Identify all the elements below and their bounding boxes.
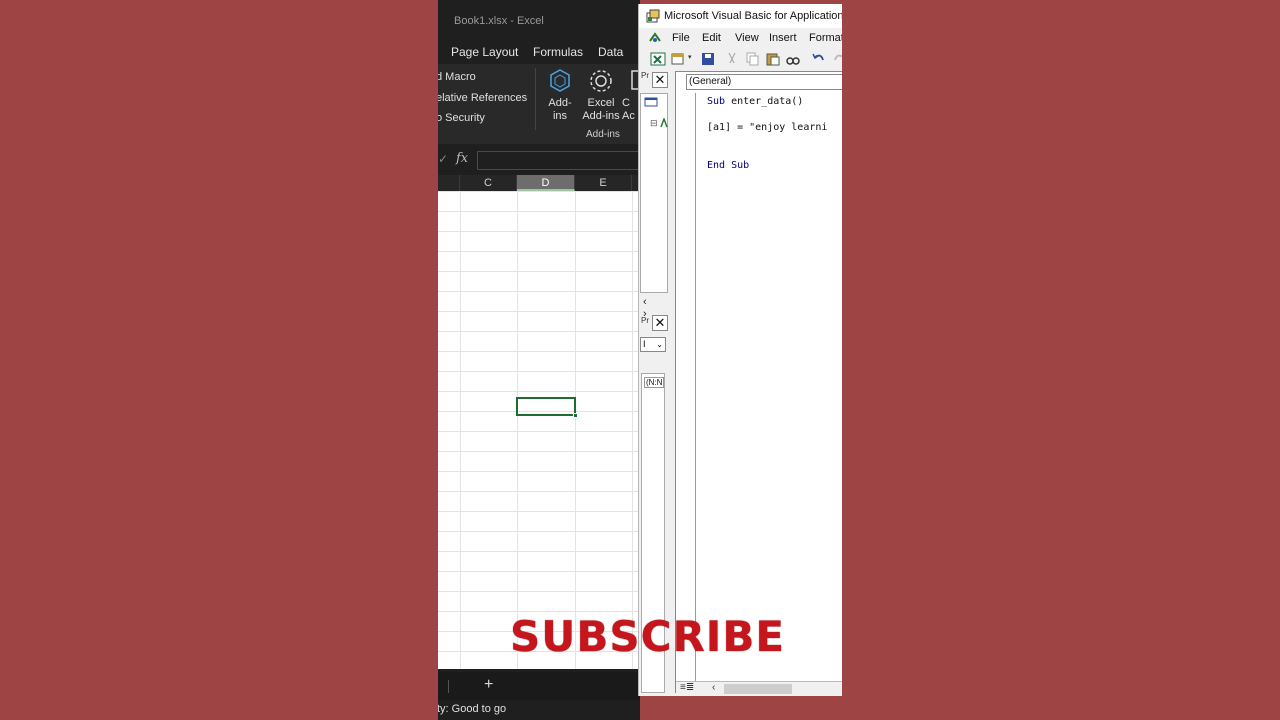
menu-format[interactable]: Format [809,32,842,44]
code-margin [676,93,696,683]
excel-titlebar: / Book1.xlsx - Excel [438,0,640,40]
record-macro-button[interactable]: d Macro [438,71,476,83]
formula-input[interactable] [477,151,639,170]
code-text: [a1] = "enjoy learni [707,122,828,133]
active-cell[interactable] [516,397,578,418]
properties-object-select[interactable]: I ⌄ [640,337,666,352]
close-project-icon[interactable]: ✕ [652,72,668,88]
fill-handle[interactable] [573,413,578,418]
project-panel-header: Pr [641,71,649,80]
object-select[interactable]: (General) [686,74,842,90]
copy-icon[interactable] [744,51,760,67]
property-name-item[interactable]: (N:N [644,377,665,388]
view-object-icon[interactable] [644,97,666,107]
code-line[interactable]: End Sub [707,160,749,171]
close-properties-icon[interactable]: ✕ [652,315,668,331]
insert-dropdown-icon[interactable]: ▾ [688,53,692,61]
com-add-ins-label: C Ac [622,97,635,122]
properties-object-value: I [643,339,646,349]
vbaproject-icon[interactable] [660,118,668,128]
tab-data[interactable]: Data [598,45,623,59]
project-tree[interactable]: ⊟ [640,93,668,293]
vba-menu-icon[interactable] [648,31,662,45]
column-headers: C D E [438,175,640,191]
save-icon[interactable] [700,51,716,67]
column-header-c[interactable]: C [460,175,517,191]
relative-references-button[interactable]: elative References [438,92,527,104]
column-header-e[interactable]: E [575,175,632,191]
ribbon-panel: d Macro elative References o Security Ad… [438,64,640,144]
grid-line [632,191,633,669]
vba-menubar: File Edit View Insert Format [639,28,842,48]
worksheet-grid[interactable] [438,191,640,669]
code-editor[interactable]: Sub enter_data() [a1] = "enjoy learni En… [707,96,827,171]
project-explorer-panel: Pr ✕ ⊟ ‹ › Pr ✕ I ⌄ (N:N [639,71,669,693]
code-line[interactable]: Sub enter_data() [707,96,803,107]
tab-page-layout[interactable]: Page Layout [451,45,518,59]
subscribe-overlay: SUBSCRIBE [510,612,786,661]
undo-icon[interactable] [811,51,827,67]
code-keyword: End Sub [707,160,750,171]
vba-editor-window: Microsoft Visual Basic for Applications … [638,4,842,696]
ribbon-tabs: Page Layout Formulas Data [438,40,640,64]
add-ins-label: Add- ins [548,97,572,122]
excel-add-ins-label: Excel Add-ins [582,97,620,122]
sheet-tab-bar: + [438,672,640,700]
code-line[interactable]: [a1] = "enjoy learni [707,122,827,133]
insert-function-icon[interactable]: fx [456,151,468,166]
menu-file[interactable]: File [672,32,690,44]
menu-insert[interactable]: Insert [769,32,797,44]
ribbon-divider [535,68,536,130]
find-icon[interactable] [785,51,801,67]
enter-check-icon[interactable]: ✓ [438,152,448,166]
view-excel-icon[interactable] [650,51,666,67]
tab-formulas[interactable]: Formulas [533,45,583,59]
redo-icon[interactable] [831,51,842,67]
macro-security-button[interactable]: o Security [438,112,485,124]
grid-line [460,191,461,669]
vba-app-icon [646,9,660,23]
add-sheet-icon[interactable]: + [484,676,493,694]
code-keyword: Sub [707,96,726,107]
horizontal-scrollbar[interactable]: ≡≣ ‹ [676,681,842,695]
gear-icon [590,70,612,92]
excel-title: Book1.xlsx - Excel [454,15,544,27]
chevron-down-icon: ⌄ [656,340,663,349]
scrollbar-thumb[interactable] [724,684,792,694]
menu-edit[interactable]: Edit [702,32,721,44]
formula-bar: ✓ fx [438,148,640,172]
add-ins-icon [550,69,570,92]
code-window: (General) Sub enter_data() [a1] = "enjoy… [675,71,842,695]
scroll-left-icon[interactable]: ‹ [712,682,715,693]
tree-collapse-icon[interactable]: ⊟ [650,118,658,129]
column-header-d[interactable]: D [517,175,575,191]
accessibility-status[interactable]: ty: Good to go [438,703,506,715]
add-ins-group-label: Add-ins [586,129,620,140]
grid-line [575,191,576,669]
paste-icon[interactable] [765,51,781,67]
cut-icon[interactable] [724,51,740,67]
properties-panel-header: Pr [641,316,649,325]
code-text: enter_data() [725,96,804,107]
view-mode-icon[interactable]: ≡≣ [680,682,694,693]
add-ins-button[interactable]: Add- ins [540,68,580,123]
excel-add-ins-button[interactable]: Excel Add-ins [581,68,621,123]
sheet-divider [448,680,449,693]
insert-module-icon[interactable] [670,51,686,67]
column-header-b[interactable] [438,175,460,191]
menu-view[interactable]: View [735,32,759,44]
vba-toolbar: ▾ [639,49,842,69]
vba-title: Microsoft Visual Basic for Applications [664,10,842,22]
status-bar: ty: Good to go [438,700,640,720]
vba-titlebar: Microsoft Visual Basic for Applications [639,4,842,28]
grid-line [517,191,518,669]
